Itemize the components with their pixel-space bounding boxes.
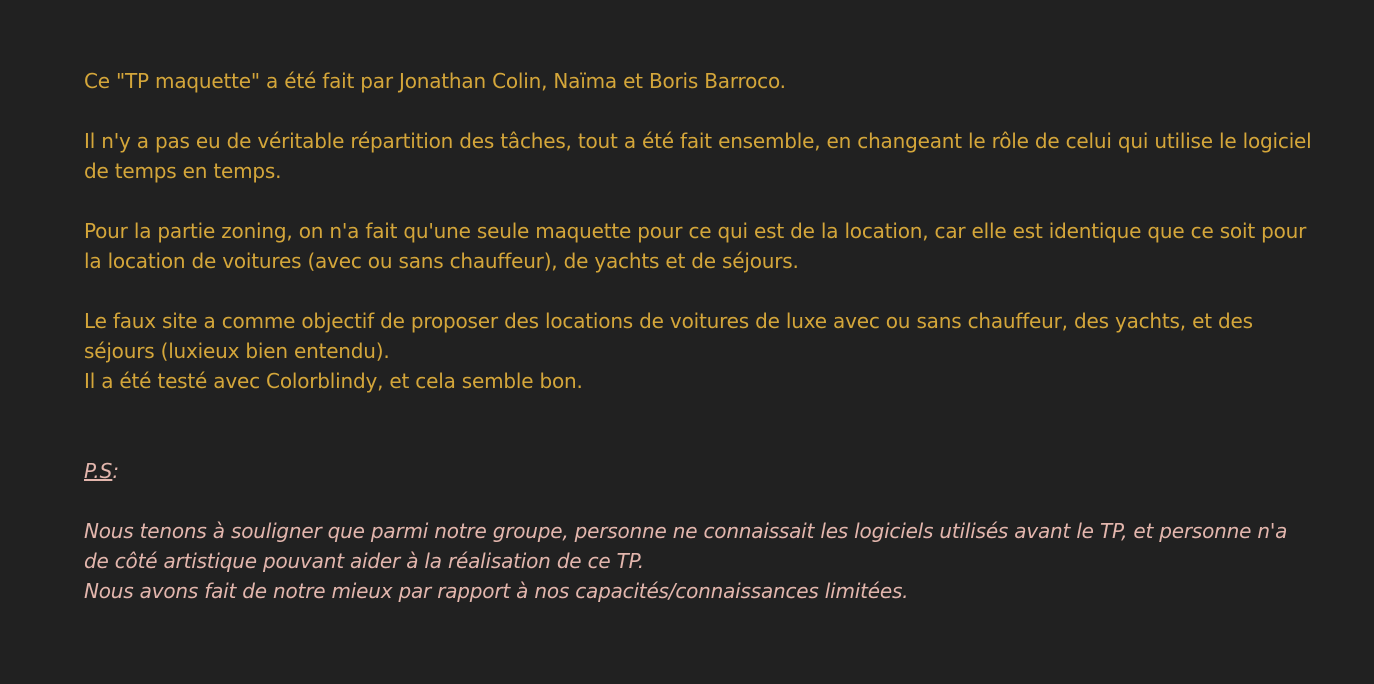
paragraph-line: Ce "TP maquette" a été fait par Jonathan… [84,69,786,93]
paragraph-line: Pour la partie zoning, on n'a fait qu'un… [84,219,1307,273]
ps-line: Nous tenons à souligner que parmi notre … [84,519,1288,573]
ps-label: P.S [84,459,113,483]
paragraph-line: Il n'y a pas eu de véritable répartition… [84,129,1312,183]
ps-note: Nous tenons à souligner que parmi notre … [84,516,1314,606]
paragraph-task-split: Il n'y a pas eu de véritable répartition… [84,126,1314,186]
paragraph-line: Il a été testé avec Colorblindy, et cela… [84,369,583,393]
paragraph-zoning: Pour la partie zoning, on n'a fait qu'un… [84,216,1314,276]
ps-line: Nous avons fait de notre mieux par rappo… [84,579,909,603]
ps-heading: P.S: [84,456,1314,486]
paragraph-site-objective: Le faux site a comme objectif de propose… [84,306,1314,396]
ps-section: P.S: Nous tenons à souligner que parmi n… [84,456,1314,606]
paragraph-line: Le faux site a comme objectif de propose… [84,309,1253,363]
paragraph-authors: Ce "TP maquette" a été fait par Jonathan… [84,66,1314,96]
ps-colon: : [112,459,120,483]
document-content: Ce "TP maquette" a été fait par Jonathan… [84,66,1314,606]
